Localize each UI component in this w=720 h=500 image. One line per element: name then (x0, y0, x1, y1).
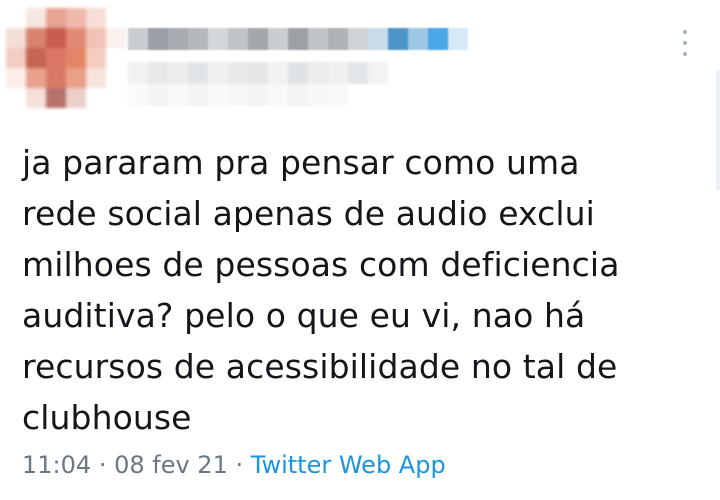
tweet-date[interactable]: 08 fev 21 (114, 451, 228, 479)
author-handle[interactable] (128, 62, 408, 106)
tweet-card: ja pararam pra pensar como uma rede soci… (0, 0, 720, 500)
meta-separator: · (235, 451, 244, 479)
user-avatar-icon[interactable] (6, 8, 126, 108)
tweet-time[interactable]: 11:04 (22, 451, 91, 479)
meta-separator: · (98, 451, 107, 479)
tweet-text: ja pararam pra pensar como uma rede soci… (22, 143, 620, 437)
tweet-meta: 11:04 · 08 fev 21 · Twitter Web App (22, 448, 446, 482)
tweet-source-link[interactable]: Twitter Web App (251, 451, 446, 479)
more-vertical-icon[interactable] (678, 30, 692, 56)
author-display-name[interactable] (128, 28, 468, 50)
scroll-edge (716, 70, 720, 190)
